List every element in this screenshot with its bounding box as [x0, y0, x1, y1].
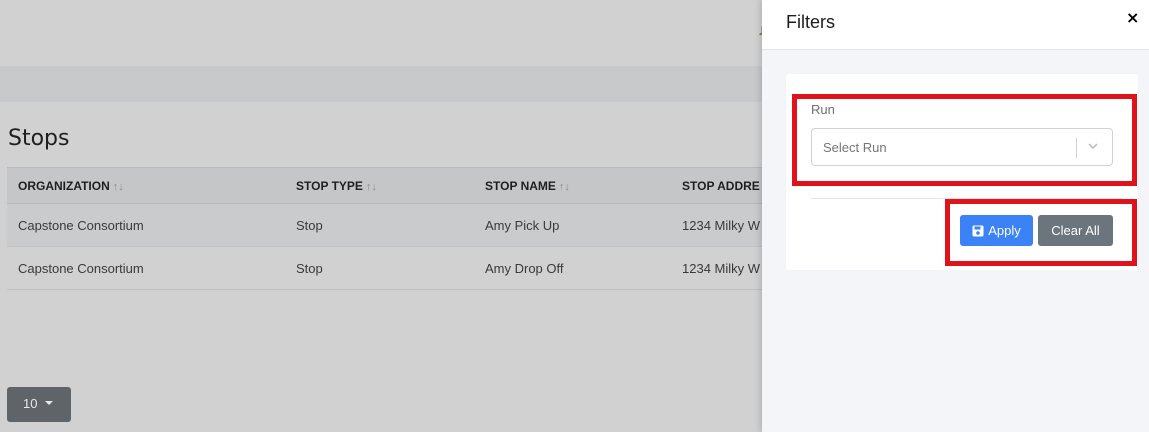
page-title: Stops — [8, 126, 70, 151]
filters-card: Run Select Run Apply Clear All — [786, 74, 1138, 270]
table-row[interactable]: Capstone Consortium Stop Amy Pick Up 123… — [7, 204, 787, 247]
divider — [811, 198, 1123, 199]
column-header-organization[interactable]: ORGANIZATION ↑↓ — [18, 179, 124, 193]
select-separator — [1076, 138, 1077, 158]
apply-label: Apply — [988, 223, 1021, 238]
cell-organization: Capstone Consortium — [18, 261, 144, 276]
sort-icon[interactable]: ↑↓ — [366, 181, 377, 193]
clear-all-label: Clear All — [1051, 223, 1100, 238]
filters-panel: Filters × Run Select Run Apply Clear All — [762, 0, 1149, 432]
cell-stop-address: 1234 Milky W — [682, 261, 761, 276]
filters-panel-title: Filters — [786, 12, 835, 32]
stops-table: ORGANIZATION ↑↓ STOP TYPE ↑↓ STOP NAME ↑↓ S… — [7, 167, 787, 290]
column-header-stop-name[interactable]: STOP NAME ↑↓ — [485, 179, 570, 193]
table-header: ORGANIZATION ↑↓ STOP TYPE ↑↓ STOP NAME ↑↓ S… — [7, 167, 787, 204]
sort-icon[interactable]: ↑↓ — [559, 181, 570, 193]
filters-panel-header: Filters × — [762, 0, 1149, 50]
run-select-placeholder: Select Run — [823, 140, 887, 155]
caret-down-icon — [45, 400, 54, 405]
apply-button[interactable]: Apply — [960, 215, 1033, 246]
cell-stop-type: Stop — [296, 218, 323, 233]
run-label: Run — [811, 102, 835, 117]
table-row[interactable]: Capstone Consortium Stop Amy Drop Off 12… — [7, 247, 787, 290]
sort-icon[interactable]: ↑↓ — [113, 181, 124, 193]
cell-stop-name: Amy Drop Off — [485, 261, 564, 276]
run-select[interactable]: Select Run — [811, 128, 1113, 166]
column-header-stop-type[interactable]: STOP TYPE ↑↓ — [296, 179, 377, 193]
cell-stop-type: Stop — [296, 261, 323, 276]
cell-stop-address: 1234 Milky W — [682, 218, 761, 233]
save-icon — [972, 225, 984, 236]
cell-stop-name: Amy Pick Up — [485, 218, 560, 233]
column-header-stop-address[interactable]: STOP ADDRE — [682, 179, 760, 193]
clear-all-button[interactable]: Clear All — [1038, 215, 1113, 246]
page-size-value: 10 — [23, 396, 38, 411]
cell-organization: Capstone Consortium — [18, 218, 144, 233]
page-size-dropdown[interactable]: 10 — [7, 387, 71, 422]
chevron-down-icon[interactable] — [1088, 141, 1098, 151]
close-icon[interactable]: × — [1126, 8, 1139, 27]
